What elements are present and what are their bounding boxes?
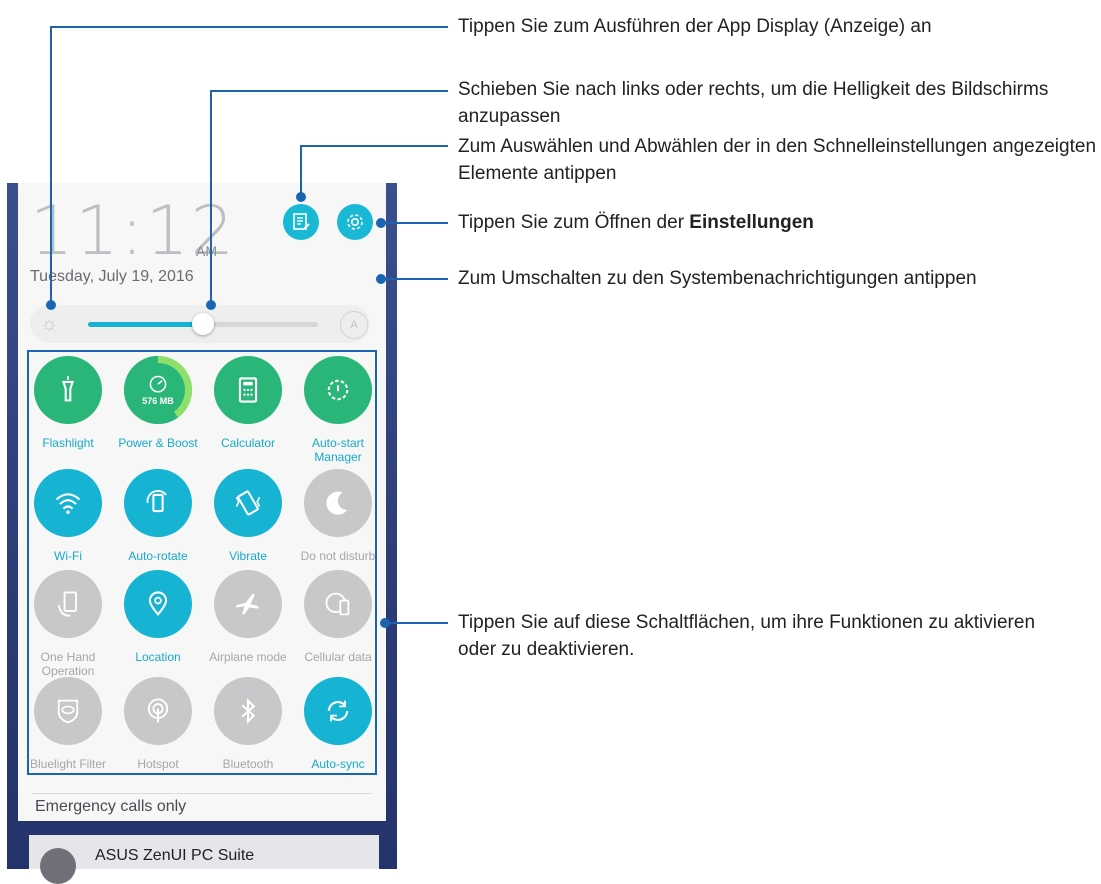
date-label: Tuesday, July 19, 2016	[30, 268, 194, 285]
one-hand-icon	[34, 570, 102, 638]
clock-ampm: AM	[196, 243, 217, 259]
tile-label: Location	[135, 650, 181, 664]
location-pin-icon	[124, 570, 192, 638]
hotspot-icon	[124, 677, 192, 745]
globe-phone-icon	[304, 570, 372, 638]
airplane-icon	[214, 570, 282, 638]
annotation-display: Tippen Sie zum Ausführen der App Display…	[458, 16, 932, 37]
edit-list-icon	[293, 213, 310, 230]
callout-line	[380, 278, 448, 280]
tile-label: Auto-rotate	[128, 549, 188, 563]
gear-power-icon	[304, 356, 372, 424]
callout-dot	[380, 618, 390, 628]
tile-label: Airplane mode	[209, 650, 287, 664]
tile-label: Calculator	[220, 436, 276, 450]
flashlight-icon	[34, 356, 102, 424]
edit-quick-settings-button[interactable]	[283, 204, 319, 240]
tile-label: Flashlight	[42, 436, 94, 450]
tile-label: Vibrate	[229, 549, 267, 563]
tile-flashlight[interactable]: Flashlight	[23, 356, 113, 450]
brightness-fill	[88, 322, 203, 327]
speedometer-icon: 576 MB	[124, 356, 192, 424]
tile-airplane-mode[interactable]: Airplane mode	[203, 570, 293, 664]
callout-line	[300, 145, 302, 197]
annotation-brightness: Schieben Sie nach links oder rechts, um …	[458, 79, 1049, 127]
sun-icon: ☼	[40, 313, 59, 335]
brightness-slider-thumb[interactable]	[192, 313, 214, 335]
tile-power-boost[interactable]: 576 MB Power & Boost	[113, 356, 203, 450]
callout-dot	[296, 192, 306, 202]
callout-dot	[376, 274, 386, 284]
tile-label: Wi-Fi	[54, 549, 82, 563]
callout-dot	[206, 300, 216, 310]
calculator-icon	[214, 356, 282, 424]
tile-label: Cellular data	[304, 650, 372, 664]
bluetooth-icon	[214, 677, 282, 745]
callout-line	[386, 622, 448, 624]
sync-icon	[304, 677, 372, 745]
callout-dot	[46, 300, 56, 310]
annotation-notifications: Zum Umschalten zu den Systembenachrichti…	[458, 268, 977, 289]
gear-icon	[347, 214, 363, 230]
tile-auto-sync[interactable]: Auto-sync	[293, 677, 383, 771]
tile-hotspot[interactable]: Hotspot	[113, 677, 203, 771]
tile-vibrate[interactable]: Vibrate	[203, 469, 293, 563]
tile-location[interactable]: Location	[113, 570, 203, 664]
moon-icon	[304, 469, 372, 537]
annotation-edit: Zum Auswählen und Abwählen der in den Sc…	[458, 136, 1097, 184]
notification-title: ASUS ZenUI PC Suite	[95, 847, 255, 864]
tile-do-not-disturb[interactable]: Do not disturb	[293, 469, 383, 563]
tile-auto-start-manager[interactable]: Auto-start Manager	[293, 356, 383, 464]
annotation-settings: Tippen Sie zum Öffnen der Einstellungen	[458, 209, 814, 236]
tile-label: Auto-sync	[311, 757, 365, 771]
tile-calculator[interactable]: Calculator	[203, 356, 293, 450]
settings-button[interactable]	[337, 204, 373, 240]
auto-brightness-icon[interactable]: A	[340, 311, 368, 339]
callout-line	[50, 26, 448, 28]
tile-wi-fi[interactable]: Wi-Fi	[23, 469, 113, 563]
tile-label: One Hand Operation	[40, 650, 96, 678]
vibrate-icon	[214, 469, 282, 537]
tile-cellular-data[interactable]: Cellular data	[293, 570, 383, 664]
tile-label: Bluetooth	[222, 757, 274, 771]
divider	[32, 793, 372, 794]
tile-label: Auto-start Manager	[311, 436, 365, 464]
tile-label: Power & Boost	[118, 436, 198, 450]
annotation-buttons: Tippen Sie auf diese Schaltflächen, um i…	[458, 612, 1036, 660]
tile-one-hand-operation[interactable]: One Hand Operation	[23, 570, 113, 678]
pc-suite-icon	[40, 848, 76, 884]
callout-line	[210, 90, 448, 92]
callout-line	[50, 26, 52, 306]
tile-bluelight-filter[interactable]: Bluelight Filter	[23, 677, 113, 771]
wifi-icon	[34, 469, 102, 537]
tile-label: Do not disturb	[300, 549, 376, 563]
annotation-settings-bold: Einstellungen	[689, 212, 814, 233]
callout-line	[380, 222, 448, 224]
memory-value: 576 MB	[142, 396, 174, 406]
annotation-settings-text: Tippen Sie zum Öffnen der	[458, 212, 690, 233]
callout-line	[210, 90, 212, 306]
callout-line	[300, 145, 448, 147]
rotate-icon	[124, 469, 192, 537]
tile-bluetooth[interactable]: Bluetooth	[203, 677, 293, 771]
eye-shield-icon	[34, 677, 102, 745]
tile-label: Bluelight Filter	[29, 757, 107, 771]
callout-dot	[376, 218, 386, 228]
tile-label: Hotspot	[137, 757, 179, 771]
tile-auto-rotate[interactable]: Auto-rotate	[113, 469, 203, 563]
emergency-calls-text: Emergency calls only	[35, 798, 187, 815]
